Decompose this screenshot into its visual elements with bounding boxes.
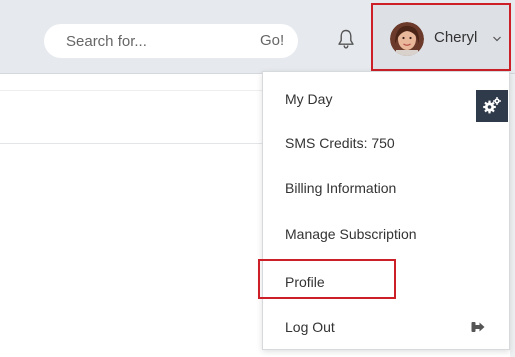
settings-gears-button[interactable] xyxy=(476,90,508,122)
search-go-button[interactable]: Go! xyxy=(260,24,284,58)
menu-item-billing-information[interactable]: Billing Information xyxy=(263,165,509,211)
menu-item-label: SMS Credits: 750 xyxy=(285,135,395,151)
search-input[interactable] xyxy=(66,24,236,58)
menu-item-sms-credits[interactable]: SMS Credits: 750 xyxy=(263,120,509,166)
user-name: Cheryl xyxy=(434,29,478,46)
menu-item-label: Log Out xyxy=(285,319,335,335)
content-divider xyxy=(0,143,262,144)
menu-item-label: Profile xyxy=(285,274,325,290)
user-menu-toggle[interactable]: Cheryl xyxy=(371,3,511,71)
menu-item-log-out[interactable]: Log Out xyxy=(263,304,509,350)
menu-item-label: Billing Information xyxy=(285,180,397,196)
menu-item-label: My Day xyxy=(285,91,333,107)
gears-icon xyxy=(483,97,501,114)
content-divider-top xyxy=(0,90,262,91)
profile-highlight-box xyxy=(258,259,396,299)
menu-item-manage-subscription[interactable]: Manage Subscription xyxy=(263,211,509,257)
chevron-down-icon xyxy=(493,36,501,42)
user-dropdown-menu: My Day SMS Credits: 750 Billing Informat… xyxy=(258,71,510,350)
menu-item-label: Manage Subscription xyxy=(285,226,417,242)
sign-out-icon xyxy=(471,322,485,332)
search-box: Go! xyxy=(44,24,298,58)
top-bar: Go! Cheryl xyxy=(0,0,515,74)
bell-icon[interactable] xyxy=(336,28,356,50)
menu-item-profile[interactable]: Profile xyxy=(258,259,509,305)
user-avatar xyxy=(390,22,424,56)
right-edge-strip xyxy=(510,74,515,357)
menu-item-my-day[interactable]: My Day xyxy=(263,76,509,122)
